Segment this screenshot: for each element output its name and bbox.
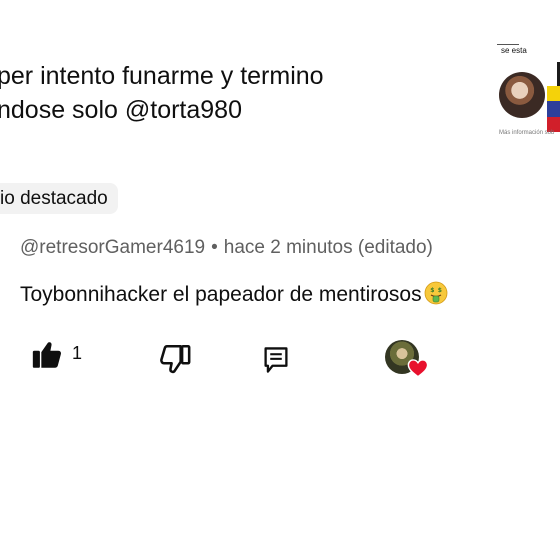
comment-meta: @retresorGamer4619 • hace 2 minutos (edita…	[20, 237, 433, 259]
dislike-button[interactable]	[158, 342, 192, 376]
thumbs-up-icon	[32, 342, 62, 368]
comment-author[interactable]: @retresorGamer4619	[20, 237, 205, 258]
video-thumbnail[interactable]: se esta Más información sob	[495, 42, 560, 142]
thumbnail-more-info: Más información sob	[499, 130, 555, 136]
thumbs-down-icon	[160, 344, 191, 374]
like-count: 1	[72, 343, 83, 363]
video-title-line-2: ndose solo @torta980	[0, 96, 242, 124]
thumbnail-flag	[547, 86, 560, 132]
highlighted-comment-chip: io destacado	[0, 183, 118, 214]
creator-heart-badge	[383, 339, 431, 381]
meta-separator: •	[211, 237, 218, 258]
thumbnail-avatar	[499, 72, 545, 118]
thumbnail-top-text: se esta	[501, 46, 527, 55]
comment-icon	[264, 347, 288, 373]
comment-time: hace 2 minutos (editado)	[223, 237, 433, 258]
svg-text:$: $	[430, 287, 434, 294]
svg-text:$: $	[437, 287, 441, 294]
heart-icon	[407, 359, 429, 378]
money-mouth-emoji-icon: $ $	[424, 281, 447, 305]
comment-body: Toybonnihacker el papeador de mentirosos…	[20, 281, 448, 307]
thumbnail-arrow-line	[497, 44, 519, 45]
reply-button[interactable]	[262, 345, 290, 375]
video-title-line-1: per intento funarme y termino	[0, 62, 324, 90]
like-button[interactable]	[30, 338, 64, 372]
comment-text: Toybonnihacker el papeador de mentirosos	[20, 283, 422, 306]
